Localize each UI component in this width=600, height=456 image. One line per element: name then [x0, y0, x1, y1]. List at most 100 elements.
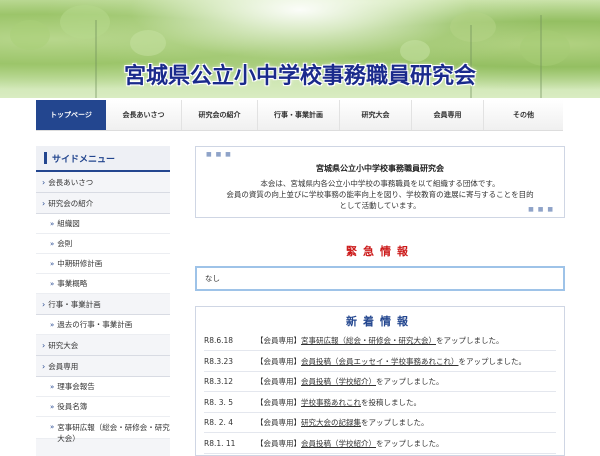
news-text: 【会員専用】会員投稿（学校紹介）をアップしました。	[256, 376, 444, 387]
urgent-text: なし	[205, 274, 220, 283]
sidebar-item[interactable]: › 研究大会	[36, 335, 170, 356]
urgent-heading: 緊急情報	[346, 245, 414, 258]
arrow-icon: »	[50, 382, 55, 391]
news-link[interactable]: 会員投稿（学校紹介）	[301, 439, 376, 448]
sidebar-subitem[interactable]: » 宮事研広報（総会・研修会・研究大会）	[36, 417, 170, 443]
sidebar-item[interactable]: › 会員専用	[36, 356, 170, 377]
news-text: 【会員専用】宮事研広報（総会・研修会・研究大会）をアップしました。	[256, 335, 504, 346]
arrow-icon: »	[50, 320, 55, 329]
news-link[interactable]: 研究大会の記録集	[301, 418, 361, 427]
sidebar: サイドメニュー › 会長あいさつ › 研究会の紹介» 組織図» 会則» 中期研修計画» 事業概…	[36, 146, 170, 456]
foliage-decoration	[60, 5, 110, 39]
sidebar-item-label: 役員名簿	[57, 402, 88, 411]
sidebar-subitem[interactable]: » 中期研修計画	[36, 254, 170, 274]
arrow-icon: »	[50, 239, 55, 248]
nav-item-6[interactable]: その他	[484, 100, 563, 130]
nav-item-0[interactable]: トップページ	[36, 100, 106, 130]
arrow-icon: »	[50, 219, 55, 228]
foliage-decoration	[130, 30, 166, 56]
news-prefix: 【会員専用】	[256, 377, 301, 386]
sidebar-item-label: 宮事研広報（総会・研修会・研究大会）	[57, 423, 170, 443]
news-prefix: 【会員専用】	[256, 438, 301, 448]
sidebar-item-label: 会長あいさつ	[48, 177, 94, 187]
sidebar-menu: › 会長あいさつ › 研究会の紹介» 組織図» 会則» 中期研修計画» 事業概略 › 行事・事業計…	[36, 172, 170, 443]
news-item: R8. 2. 4 【会員専用】研究大会の記録集をアップしました。	[204, 413, 556, 433]
sidebar-subitem[interactable]: » 事業概略	[36, 274, 170, 294]
sidebar-subitem[interactable]: » 役員名簿	[36, 397, 170, 417]
sidebar-subitem[interactable]: » 組織図	[36, 214, 170, 234]
intro-text: 会員の資質の向上並びに学校事務の能率向上を図り、学校教育の進展に寄与することを目…	[226, 190, 534, 199]
nav-item-3[interactable]: 行事・事業計画	[258, 100, 340, 130]
news-suffix: をアップしました。	[376, 438, 444, 448]
sidebar-item[interactable]: › 行事・事業計画	[36, 294, 170, 315]
arrow-icon: »	[50, 402, 55, 411]
arrow-icon: ›	[42, 177, 46, 187]
sidebar-item-label: 過去の行事・事業計画	[57, 320, 133, 329]
news-heading: 新着情報	[346, 315, 414, 328]
news-prefix: 【会員専用】	[256, 418, 301, 427]
arrow-icon: »	[50, 423, 55, 431]
news-date: R8. 2. 4	[204, 418, 234, 427]
news-link[interactable]: 学校事務あれこれ	[301, 398, 361, 407]
news-suffix: をアップしました。	[458, 356, 527, 366]
sidebar-subitem[interactable]: » 過去の行事・事業計画	[36, 315, 170, 335]
arrow-icon: »	[50, 259, 55, 268]
news-link[interactable]: 宮事研広報（総会・研修会・研究大会）	[301, 336, 436, 345]
news-prefix: 【会員専用】	[256, 356, 301, 366]
intro-text: 本会は、宮城県内各公立小中学校の事務職員を以て組織する団体です。	[260, 179, 500, 188]
news-text: 【会員専用】会員投稿（会員エッセイ・学校事務あれこれ）をアップしました。	[256, 356, 526, 367]
nav-item-1[interactable]: 会長あいさつ	[106, 100, 182, 130]
intro-text: として活動しています。	[339, 201, 421, 210]
news-date: R8.1. 11	[204, 438, 236, 448]
news-date: R8. 3. 5	[204, 397, 234, 407]
arrow-icon: ›	[42, 361, 46, 371]
news-text: 【会員専用】学校事務あれこれを投稿しました。	[256, 397, 421, 408]
news-suffix: をアップしました。	[436, 336, 504, 345]
arrow-icon: ›	[42, 198, 46, 208]
news-prefix: 【会員専用】	[256, 397, 301, 407]
news-item: R8.6.18 【会員専用】宮事研広報（総会・研修会・研究大会）をアップしました。	[204, 331, 556, 351]
news-date: R8.3.23	[204, 356, 234, 366]
foliage-decoration	[10, 20, 50, 50]
news-link[interactable]: 会員投稿（会員エッセイ・学校事務あれこれ）	[301, 357, 459, 366]
sidebar-subitem[interactable]: » 理事会報告	[36, 377, 170, 397]
news-link[interactable]: 会員投稿（学校紹介）	[301, 377, 376, 386]
sidebar-item[interactable]: › 会長あいさつ	[36, 172, 170, 193]
news-suffix: をアップしました。	[361, 418, 429, 427]
news-text: 【会員専用】会員投稿（学校紹介）をアップしました。	[256, 438, 444, 449]
global-nav: トップページ 会長あいさつ 研究会の紹介 行事・事業計画 研究大会 会員専用 その他	[36, 100, 563, 131]
site-title[interactable]: 宮城県公立小中学校事務職員研究会	[0, 58, 600, 90]
urgent-box: なし	[195, 266, 565, 291]
news-text: 【会員専用】研究大会の記録集をアップしました。	[256, 417, 429, 428]
nav-item-5[interactable]: 会員専用	[412, 100, 484, 130]
news-suffix: をアップしました。	[376, 377, 444, 386]
sidebar-item-label: 研究大会	[48, 340, 79, 350]
nav-item-2[interactable]: 研究会の紹介	[182, 100, 258, 130]
news-date: R8.3.12	[204, 377, 234, 386]
header-banner: 宮城県公立小中学校事務職員研究会	[0, 0, 600, 98]
sidebar-item-label: 会員専用	[48, 361, 79, 371]
sidebar-subitem[interactable]: » 会則	[36, 234, 170, 254]
dots-decoration: ■ ■ ■	[206, 151, 232, 158]
sidebar-heading: サイドメニュー	[36, 146, 170, 172]
sidebar-item-label: 行事・事業計画	[48, 299, 101, 309]
sidebar-item-label: 理事会報告	[57, 382, 95, 391]
news-prefix: 【会員専用】	[256, 336, 301, 345]
news-item: R8.3.12 【会員専用】会員投稿（学校紹介）をアップしました。	[204, 372, 556, 392]
intro-panel: ■ ■ ■ ■ ■ ■ 宮城県公立小中学校事務職員研究会 本会は、宮城県内各公立…	[195, 146, 565, 218]
news-item: R8.1. 11 【会員専用】会員投稿（学校紹介）をアップしました。	[204, 434, 556, 454]
sidebar-item-label: 会則	[57, 239, 73, 248]
arrow-icon: »	[50, 279, 55, 288]
sidebar-item-label: 事業概略	[57, 279, 88, 288]
sidebar-heading-label: サイドメニュー	[52, 154, 116, 165]
sidebar-item[interactable]: › 研究会の紹介	[36, 193, 170, 214]
arrow-icon: ›	[42, 340, 46, 350]
news-date: R8.6.18	[204, 336, 234, 345]
nav-item-4[interactable]: 研究大会	[340, 100, 412, 130]
news-item: R8. 3. 5 【会員専用】学校事務あれこれを投稿しました。	[204, 393, 556, 413]
heading-bar-icon	[44, 152, 47, 164]
sidebar-item-label: 組織図	[57, 219, 80, 228]
news-suffix: を投稿しました。	[361, 397, 421, 407]
intro-title: 宮城県公立小中学校事務職員研究会	[316, 164, 444, 173]
news-item: R8.3.23 【会員専用】会員投稿（会員エッセイ・学校事務あれこれ）をアップしま…	[204, 352, 556, 372]
